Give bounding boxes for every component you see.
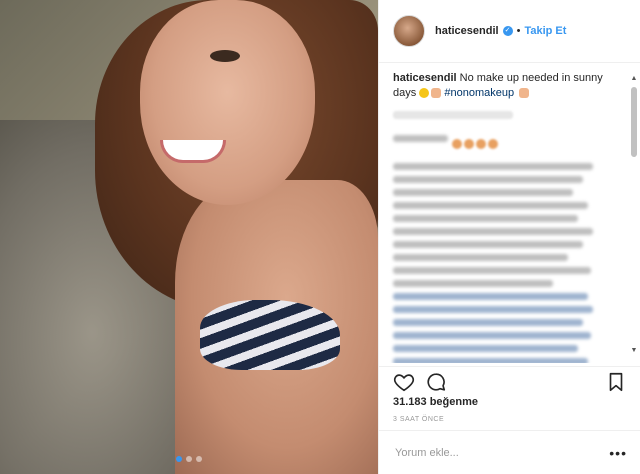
- avatar[interactable]: [393, 15, 425, 47]
- post-sidebar: haticesendil ✓ • Takip Et haticesendil N…: [378, 0, 640, 474]
- emoji-icon: [488, 138, 499, 149]
- post-actions: [379, 366, 640, 396]
- photo-swimsuit: [200, 300, 340, 370]
- scroll-down-icon[interactable]: ▼: [630, 347, 638, 355]
- caption-username[interactable]: haticesendil: [393, 72, 457, 84]
- heart-icon[interactable]: [393, 371, 415, 393]
- post-header: haticesendil ✓ • Takip Et: [379, 0, 640, 63]
- blurred-hashtags: [393, 345, 578, 352]
- comment-icon[interactable]: [425, 371, 447, 393]
- more-options-icon[interactable]: •••: [609, 445, 627, 461]
- comment-item: [393, 129, 615, 153]
- likes-count[interactable]: 31.183 beğenme: [393, 396, 478, 408]
- caption-hashtag[interactable]: #nonomakeup: [444, 87, 514, 99]
- post-photo[interactable]: [0, 0, 378, 474]
- scroll-up-icon[interactable]: ▲: [630, 75, 638, 83]
- blurred-hashtags: [393, 358, 588, 363]
- blurred-comment-text: [393, 241, 583, 248]
- verified-badge-icon: ✓: [502, 26, 513, 36]
- blurred-hashtags: [393, 319, 583, 326]
- hand-emoji-icon: [519, 88, 530, 99]
- photo-eye: [210, 50, 240, 62]
- photo-face: [140, 0, 315, 205]
- blurred-caption-meta: [393, 111, 513, 119]
- emoji-icon: [464, 138, 475, 149]
- blurred-hashtags: [393, 293, 588, 300]
- bookmark-icon[interactable]: [605, 371, 627, 393]
- sun-emoji-icon: [419, 88, 430, 99]
- scrollbar-thumb[interactable]: [631, 87, 637, 157]
- emoji-icon: [476, 138, 487, 149]
- header-username[interactable]: haticesendil: [435, 25, 499, 37]
- carousel-indicator: [176, 456, 202, 462]
- blurred-comment-text: [393, 202, 588, 209]
- blurred-comment-text: [393, 267, 591, 274]
- post-timestamp[interactable]: 3 SAAT ÖNCE: [393, 416, 444, 423]
- header-separator: •: [516, 25, 521, 37]
- blurred-comment-text: [393, 135, 448, 142]
- carousel-dot[interactable]: [196, 456, 202, 462]
- blurred-hashtags: [393, 332, 591, 339]
- blurred-comment-text: [393, 254, 568, 261]
- blurred-comment-text: [393, 163, 593, 170]
- follow-button[interactable]: Takip Et: [524, 25, 566, 37]
- blurred-comment-text: [393, 176, 583, 183]
- comments-scrollbar[interactable]: ▲ ▼: [630, 75, 638, 355]
- carousel-dot[interactable]: [186, 456, 192, 462]
- comment-item: [393, 163, 615, 363]
- blurred-comment-text: [393, 189, 573, 196]
- instagram-post: haticesendil ✓ • Takip Et haticesendil N…: [0, 0, 640, 474]
- hand-emoji-icon: [431, 88, 442, 99]
- carousel-dot-active[interactable]: [176, 456, 182, 462]
- blurred-hashtags: [393, 306, 593, 313]
- comment-input[interactable]: [393, 445, 597, 460]
- emoji-icon: [452, 138, 463, 149]
- blurred-comment-text: [393, 280, 553, 287]
- add-comment-bar: •••: [379, 430, 640, 474]
- caption: haticesendil No make up needed in sunny …: [393, 71, 615, 101]
- comments-section: haticesendil No make up needed in sunny …: [379, 63, 629, 363]
- blurred-comment-text: [393, 215, 578, 222]
- blurred-comment-text: [393, 228, 593, 235]
